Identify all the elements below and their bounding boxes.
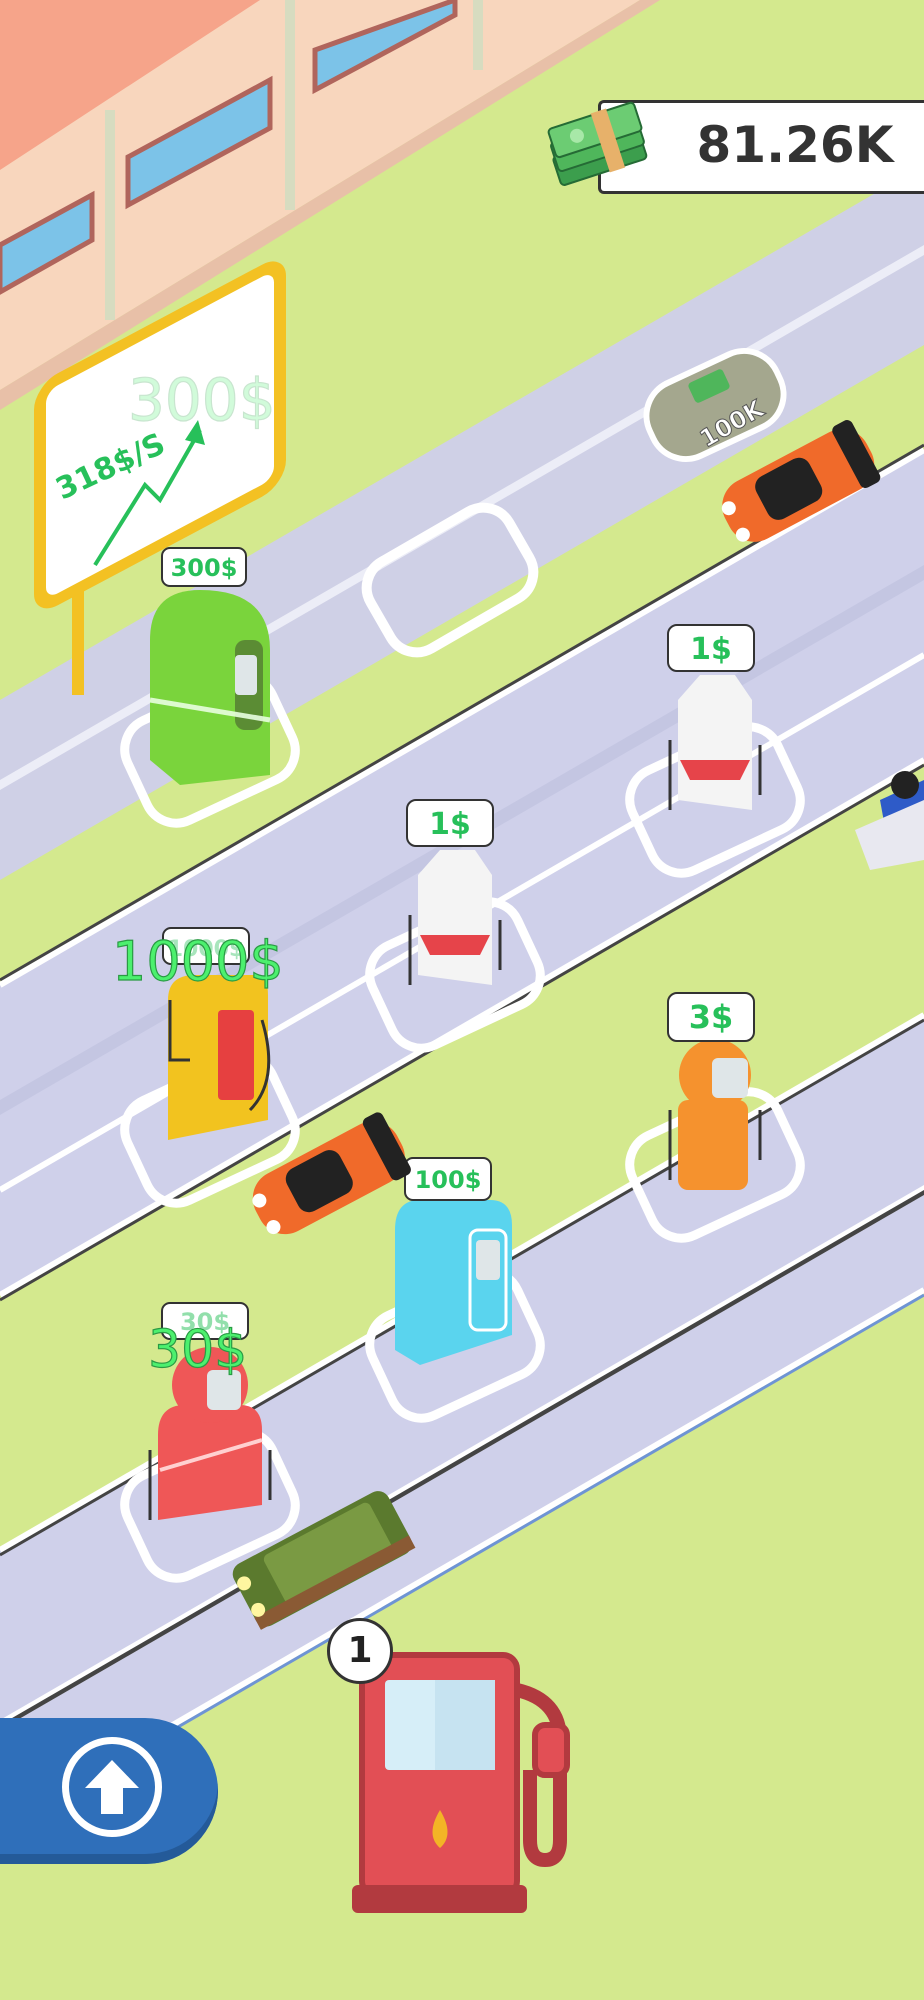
- upgrade-button[interactable]: [0, 1718, 218, 1864]
- game-scene: 318$/S 300$ 100K 300$ 1$ 1$ 1000$ 1000$ …: [0, 0, 924, 2000]
- arrow-up-icon: [62, 1737, 162, 1837]
- pump-price: 1$: [429, 807, 471, 842]
- billboard-float-text: 300$: [128, 366, 276, 434]
- build-count: 1: [347, 1630, 373, 1671]
- fuel-pump-icon: [352, 1652, 570, 1913]
- build-count-badge: 1: [327, 1618, 393, 1684]
- cash-stack-icon: [540, 92, 660, 188]
- pump-price: 3$: [689, 998, 734, 1036]
- float-earn-yellow: 1000$: [112, 930, 284, 993]
- money-balance: 81.26K: [696, 116, 894, 174]
- float-earn-red: 30$: [148, 1320, 247, 1380]
- pump-price: 300$: [171, 554, 238, 582]
- pump-price: 100$: [415, 1166, 482, 1194]
- pump-price: 1$: [690, 632, 732, 667]
